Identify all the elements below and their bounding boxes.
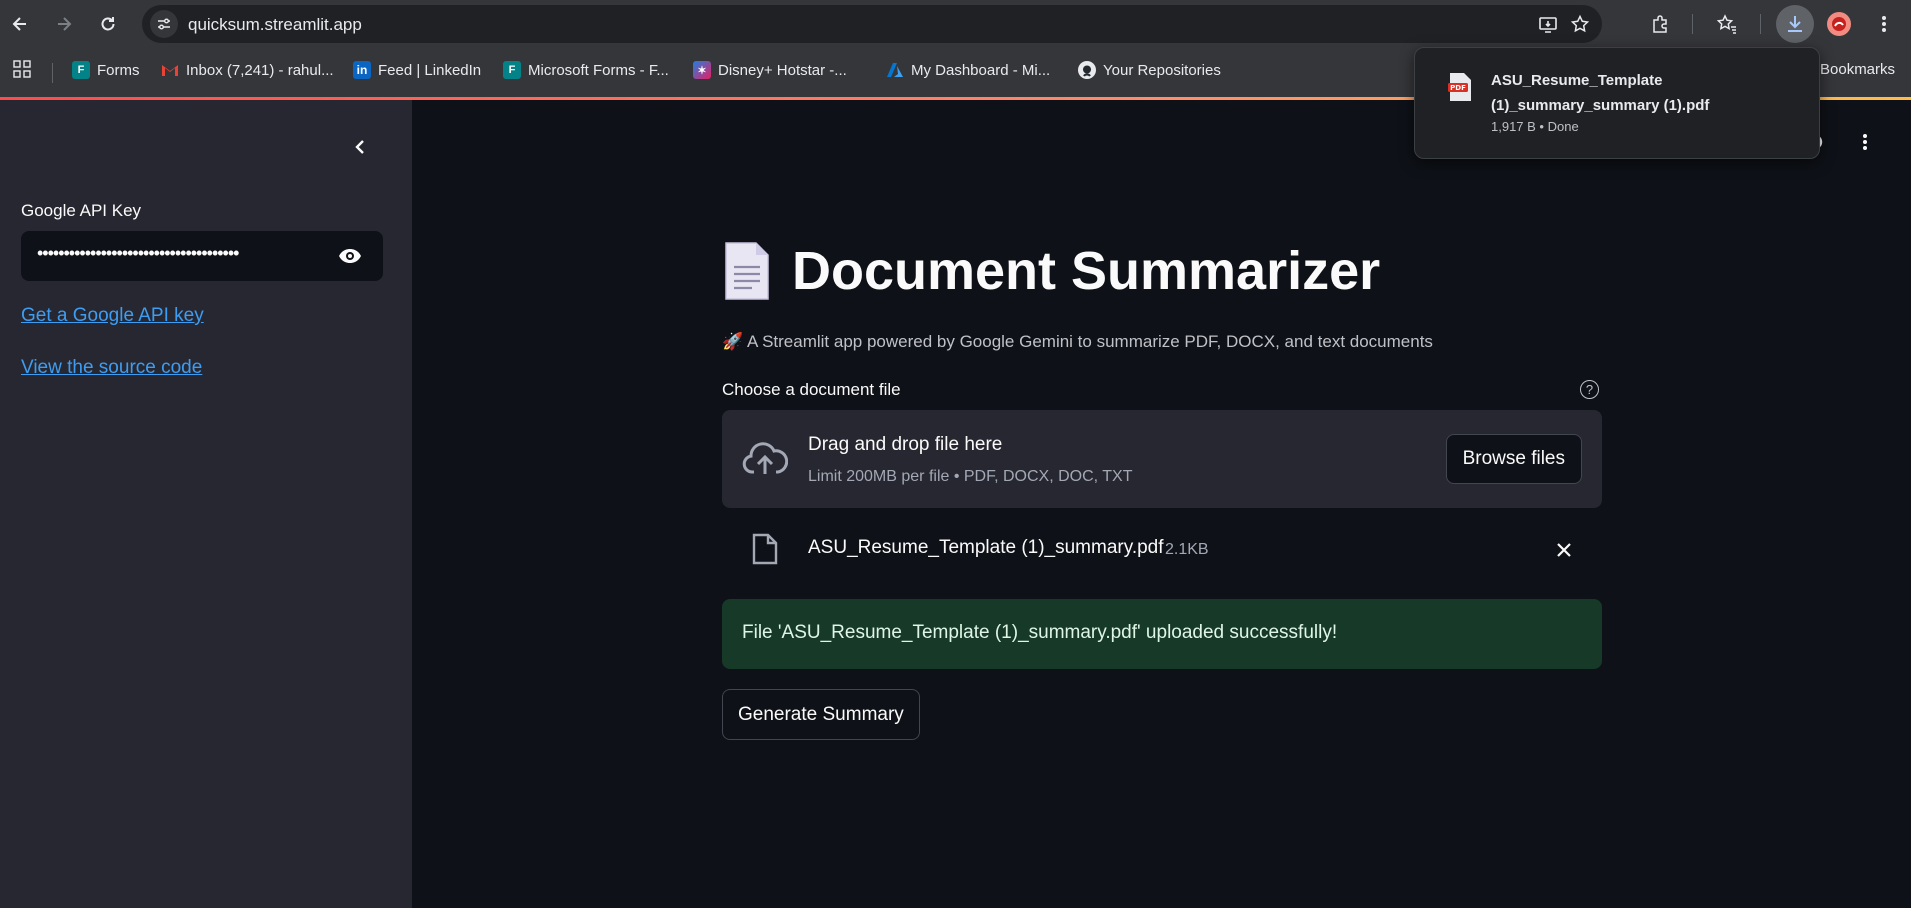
bookmarks-manager-button[interactable] <box>1713 10 1741 38</box>
download-status: 1,917 B • Done <box>1491 119 1579 134</box>
url-text: quicksum.streamlit.app <box>188 15 362 34</box>
reload-icon <box>101 17 115 31</box>
install-icon <box>1539 17 1557 33</box>
help-icon[interactable]: ? <box>1580 380 1599 399</box>
hotstar-icon: ✶ <box>693 61 711 79</box>
uploaded-file-size: 2.1KB <box>1165 541 1209 558</box>
back-button[interactable] <box>6 10 34 38</box>
bookmark-label: Feed | LinkedIn <box>378 61 482 79</box>
pdf-file-icon: PDF <box>1448 72 1472 102</box>
download-icon <box>1788 16 1802 32</box>
download-bubble[interactable]: PDF ASU_Resume_Template (1)_summary_summ… <box>1414 47 1820 159</box>
file-dropzone[interactable]: Drag and drop file here Limit 200MB per … <box>722 410 1602 508</box>
bookmark-forms[interactable]: F Forms <box>72 61 140 79</box>
browser-toolbar: quicksum.streamlit.app <box>0 0 1911 48</box>
forward-arrow-icon <box>58 17 72 31</box>
profile-avatar[interactable] <box>1825 10 1853 38</box>
puzzle-icon <box>1653 15 1667 33</box>
svg-text:PDF: PDF <box>1450 84 1466 92</box>
bookmark-label: Disney+ Hotstar -... <box>718 61 847 79</box>
bookmark-azure-dashboard[interactable]: My Dashboard - Mi... <box>886 61 1050 79</box>
success-alert: File 'ASU_Resume_Template (1)_summary.pd… <box>722 599 1602 669</box>
apps-grid-icon <box>13 60 31 78</box>
uploaded-file-name: ASU_Resume_Template (1)_summary.pdf <box>808 537 1164 558</box>
page-title-text: Document Summarizer <box>792 241 1381 301</box>
collapse-sidebar-button[interactable] <box>345 132 375 162</box>
api-key-label: Google API Key <box>21 201 142 220</box>
reload-button[interactable] <box>94 10 122 38</box>
bookmark-star-button[interactable] <box>1566 10 1594 38</box>
show-password-button[interactable] <box>336 243 364 269</box>
source-code-link[interactable]: View the source code <box>21 357 202 379</box>
back-arrow-icon <box>12 17 26 31</box>
bookmark-label: Microsoft Forms - F... <box>528 61 669 79</box>
downloads-button[interactable] <box>1776 5 1814 43</box>
api-key-input[interactable]: •••••••••••••••••••••••••••••••••••••• <box>21 231 383 281</box>
uploaded-file-row: ASU_Resume_Template (1)_summary.pdf 2.1K… <box>722 525 1602 575</box>
generate-summary-button[interactable]: Generate Summary <box>722 689 920 740</box>
bookmark-microsoft-forms[interactable]: F Microsoft Forms - F... <box>503 61 669 79</box>
dropzone-limit-text: Limit 200MB per file • PDF, DOCX, DOC, T… <box>808 468 1133 485</box>
forward-button[interactable] <box>50 10 78 38</box>
address-bar[interactable]: quicksum.streamlit.app <box>142 5 1602 43</box>
sidebar: Google API Key •••••••••••••••••••••••••… <box>0 100 412 908</box>
install-app-button[interactable] <box>1534 10 1562 38</box>
bookmark-hotstar[interactable]: ✶ Disney+ Hotstar -... <box>693 61 847 79</box>
page-subtitle: 🚀 A Streamlit app powered by Google Gemi… <box>722 332 1433 351</box>
vertical-dots-icon <box>1882 16 1886 32</box>
download-file-name[interactable]: ASU_Resume_Template (1)_summary_summary … <box>1491 68 1791 118</box>
success-message: File 'ASU_Resume_Template (1)_summary.pd… <box>742 622 1338 643</box>
bookmark-linkedin[interactable]: in Feed | LinkedIn <box>353 61 481 79</box>
main-menu-button[interactable] <box>1858 127 1872 157</box>
page-title: Document Summarizer <box>722 240 1380 302</box>
bookmark-github[interactable]: Your Repositories <box>1078 61 1221 79</box>
star-icon <box>1570 14 1590 33</box>
document-icon <box>722 241 772 301</box>
extensions-button[interactable] <box>1646 10 1674 38</box>
remove-file-button[interactable] <box>1552 538 1576 562</box>
ms-forms-icon: F <box>503 61 521 79</box>
toolbar-separator <box>1760 14 1761 34</box>
bookmark-label: Inbox (7,241) - rahul... <box>186 61 334 79</box>
google-api-key-link[interactable]: Get a Google API key <box>21 305 204 327</box>
azure-icon <box>886 61 904 79</box>
site-info-button[interactable] <box>150 10 178 38</box>
avatar-icon <box>1827 12 1851 36</box>
dropzone-title: Drag and drop file here <box>808 434 1003 455</box>
tune-icon <box>158 18 170 30</box>
api-key-masked-value: •••••••••••••••••••••••••••••••••••••• <box>37 243 239 263</box>
close-icon <box>1557 543 1571 557</box>
cloud-upload-icon <box>742 440 788 478</box>
all-bookmarks-button[interactable]: Bookmarks <box>1820 61 1895 78</box>
file-icon <box>752 533 778 565</box>
bookmark-label: Your Repositories <box>1103 61 1221 79</box>
apps-button[interactable] <box>12 59 32 79</box>
bookmark-gmail[interactable]: Inbox (7,241) - rahul... <box>161 61 334 79</box>
bookmark-label: My Dashboard - Mi... <box>911 61 1051 79</box>
gmail-icon <box>161 61 179 79</box>
bookmark-separator <box>52 63 53 83</box>
vertical-dots-icon <box>1863 134 1867 150</box>
github-icon <box>1078 61 1096 79</box>
uploader-label: Choose a document file <box>722 380 901 399</box>
star-list-icon <box>1716 14 1736 34</box>
browser-menu-button[interactable] <box>1870 10 1898 38</box>
chevron-left-icon <box>355 140 364 154</box>
eye-icon <box>339 249 361 263</box>
toolbar-separator <box>1692 14 1693 34</box>
browse-files-button[interactable]: Browse files <box>1445 434 1582 484</box>
linkedin-icon: in <box>353 61 371 79</box>
ms-forms-icon: F <box>72 61 90 79</box>
bookmark-label: Forms <box>97 61 140 79</box>
